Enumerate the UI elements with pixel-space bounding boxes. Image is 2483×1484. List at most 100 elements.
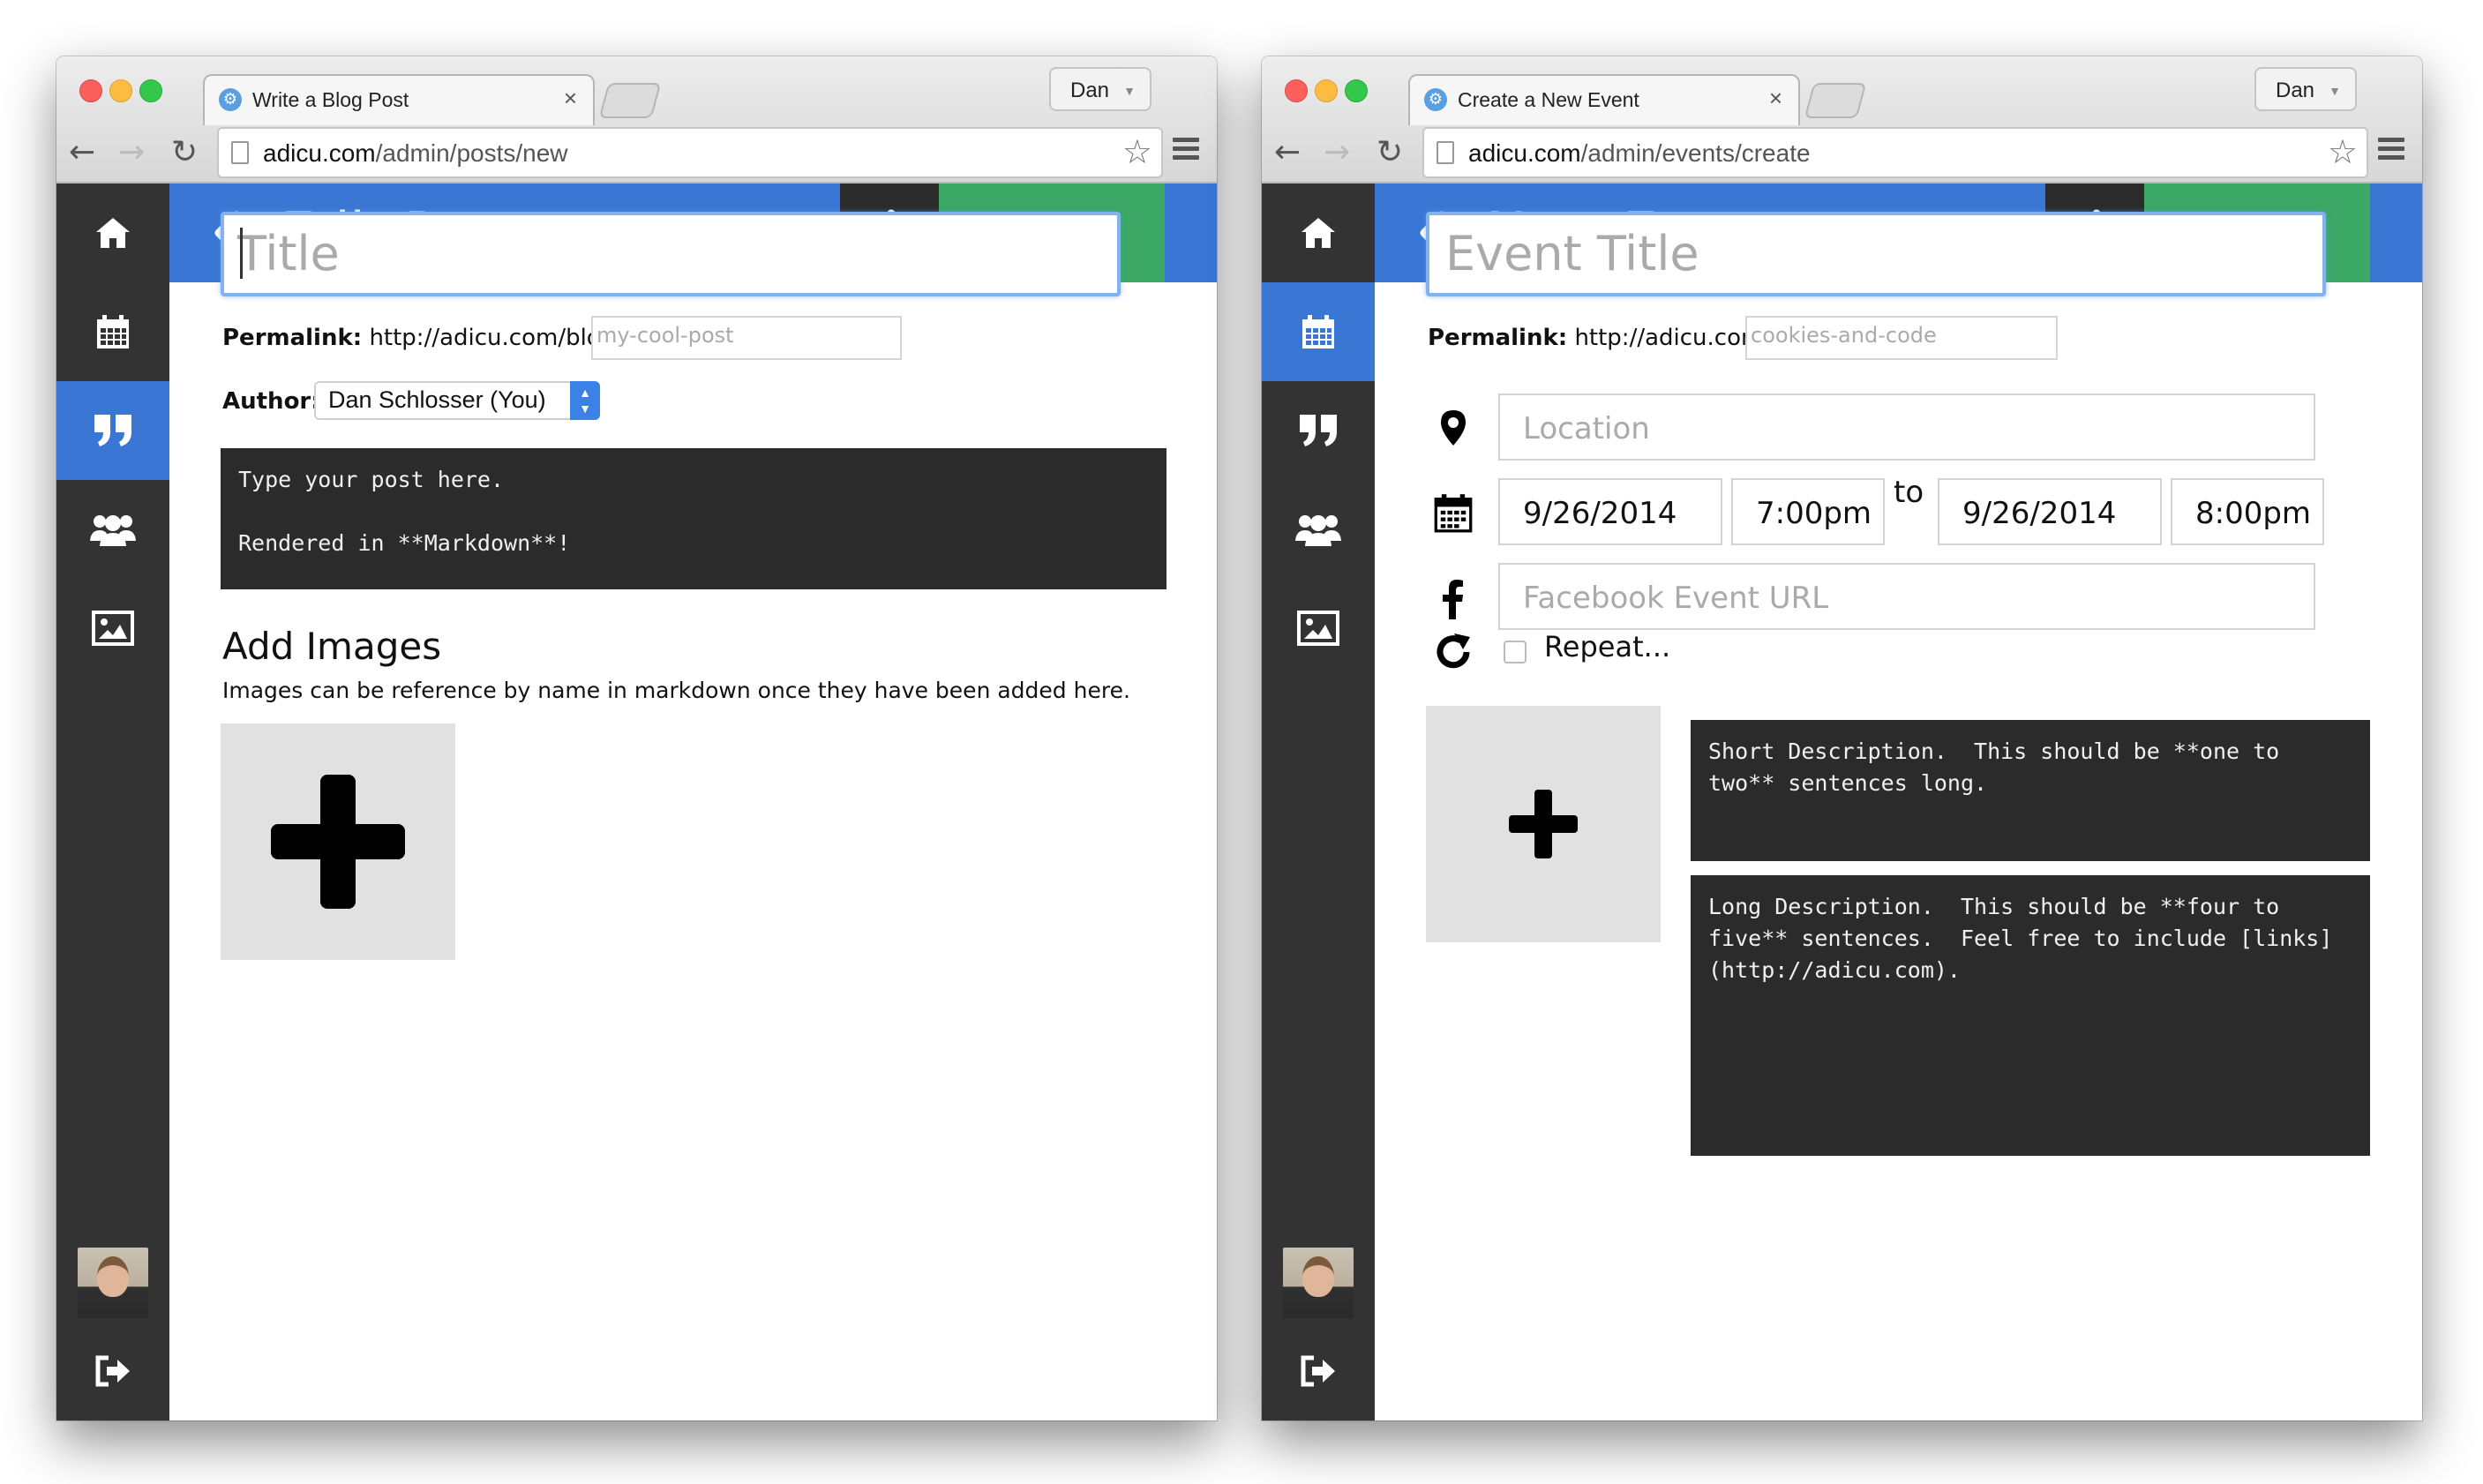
sidebar-item-media[interactable] bbox=[56, 579, 169, 678]
add-image-button[interactable] bbox=[221, 723, 455, 960]
sidebar-item-home[interactable] bbox=[56, 184, 169, 282]
image-icon bbox=[92, 611, 134, 646]
home-icon bbox=[96, 218, 130, 248]
sidebar-item-events[interactable] bbox=[1262, 282, 1375, 381]
plus-icon bbox=[1509, 790, 1578, 858]
start-time-input[interactable]: 7:00pm bbox=[1731, 478, 1885, 545]
calendar-icon bbox=[97, 315, 129, 349]
event-title-input[interactable]: Event Title bbox=[1426, 212, 2326, 296]
post-title-input[interactable]: Title bbox=[221, 212, 1121, 296]
sidebar-item-users[interactable] bbox=[56, 480, 169, 579]
reload-icon[interactable]: ↻ bbox=[171, 129, 198, 176]
to-label: to bbox=[1894, 475, 1924, 510]
image-icon bbox=[1297, 611, 1339, 646]
sidebar-item-media[interactable] bbox=[1262, 579, 1375, 678]
sign-out-icon bbox=[1301, 1355, 1335, 1387]
back-arrow-icon[interactable]: ← bbox=[1274, 129, 1301, 176]
gear-favicon-icon: ⚙ bbox=[1424, 88, 1447, 111]
title-placeholder: Event Title bbox=[1445, 226, 1699, 281]
hamburger-menu-icon[interactable] bbox=[2378, 138, 2404, 161]
quote-icon bbox=[1300, 415, 1337, 446]
select-arrows-icon: ▲ ▼ bbox=[570, 381, 600, 420]
browser-tab[interactable]: ⚙ Write a Blog Post × bbox=[203, 74, 595, 125]
start-date-input[interactable]: 9/26/2014 bbox=[1498, 478, 1722, 545]
forward-arrow-icon[interactable]: → bbox=[118, 129, 145, 176]
repeat-checkbox[interactable] bbox=[1504, 641, 1527, 663]
sidebar-item-posts[interactable] bbox=[1262, 381, 1375, 480]
tab-close-icon[interactable]: × bbox=[1769, 85, 1782, 112]
address-bar[interactable]: adicu.com/admin/events/create ☆ bbox=[1422, 127, 2368, 178]
author-select[interactable]: Dan Schlosser (You) ▲ ▼ bbox=[314, 381, 600, 420]
url-text: adicu.com/admin/events/create bbox=[1468, 139, 1811, 167]
address-bar[interactable]: adicu.com/admin/posts/new ☆ bbox=[217, 127, 1163, 178]
tab-title: Write a Blog Post bbox=[252, 88, 409, 111]
close-window-button[interactable] bbox=[1285, 79, 1308, 102]
author-label: Author: bbox=[222, 388, 320, 415]
permalink-slug-input[interactable]: my-cool-post bbox=[591, 316, 902, 360]
profile-menu-button[interactable]: Dan ▼ bbox=[2254, 67, 2357, 111]
close-window-button[interactable] bbox=[79, 79, 102, 102]
minimize-window-button[interactable] bbox=[109, 79, 132, 102]
admin-sidebar bbox=[1262, 184, 1375, 1420]
facebook-icon bbox=[1429, 575, 1477, 623]
chevron-down-icon: ▼ bbox=[2329, 84, 2341, 98]
add-images-heading: Add Images bbox=[222, 625, 442, 668]
logout-button[interactable] bbox=[1262, 1322, 1375, 1420]
long-description-editor[interactable]: Long Description. This should be **four … bbox=[1691, 875, 2370, 1156]
main-content: Edit Post Save Draft Publish Title Perma… bbox=[169, 184, 1217, 1420]
location-pin-icon bbox=[1429, 404, 1477, 452]
zoom-window-button[interactable] bbox=[139, 79, 162, 102]
browser-window-new-event: ⚙ Create a New Event × Dan ▼ ← → ↻ adicu.… bbox=[1262, 56, 2422, 1420]
browser-window-blog-post: ⚙ Write a Blog Post × Dan ▼ ← → ↻ adicu.c… bbox=[56, 56, 1217, 1420]
repeat-label: Repeat... bbox=[1544, 630, 1671, 663]
page-icon bbox=[231, 141, 249, 164]
sidebar-item-users[interactable] bbox=[1262, 480, 1375, 579]
users-icon bbox=[90, 515, 136, 546]
reload-icon[interactable]: ↻ bbox=[1377, 129, 1403, 176]
tab-close-icon[interactable]: × bbox=[564, 85, 577, 112]
user-avatar[interactable] bbox=[78, 1248, 148, 1318]
permalink-slug-input[interactable]: cookies-and-code bbox=[1745, 316, 2058, 360]
permalink-label: Permalink: bbox=[222, 325, 363, 351]
end-time-input[interactable]: 8:00pm bbox=[2171, 478, 2324, 545]
bookmark-star-icon[interactable]: ☆ bbox=[2328, 132, 2358, 171]
short-description-editor[interactable]: Short Description. This should be **one … bbox=[1691, 720, 2370, 861]
author-selected-value: Dan Schlosser (You) bbox=[328, 386, 546, 413]
zoom-window-button[interactable] bbox=[1345, 79, 1368, 102]
user-avatar[interactable] bbox=[1283, 1248, 1354, 1318]
repeat-icon bbox=[1429, 628, 1477, 676]
minimize-window-button[interactable] bbox=[1315, 79, 1338, 102]
profile-menu-button[interactable]: Dan ▼ bbox=[1049, 67, 1151, 111]
users-icon bbox=[1295, 515, 1341, 546]
text-caret bbox=[240, 228, 243, 280]
add-image-button[interactable] bbox=[1426, 706, 1661, 942]
page-icon bbox=[1437, 141, 1454, 164]
permalink-label: Permalink: bbox=[1428, 325, 1568, 351]
logout-button[interactable] bbox=[56, 1322, 169, 1420]
sidebar-item-events[interactable] bbox=[56, 282, 169, 381]
profile-name: Dan bbox=[2276, 79, 2315, 102]
sidebar-item-posts[interactable] bbox=[56, 381, 169, 480]
sidebar-item-home[interactable] bbox=[1262, 184, 1375, 282]
bookmark-star-icon[interactable]: ☆ bbox=[1122, 132, 1152, 171]
add-images-hint: Images can be reference by name in markd… bbox=[222, 678, 1130, 703]
plus-icon bbox=[271, 775, 405, 909]
forward-arrow-icon[interactable]: → bbox=[1324, 129, 1350, 176]
home-icon bbox=[1302, 218, 1335, 248]
title-placeholder: Title bbox=[237, 226, 340, 281]
post-body-editor[interactable]: Type your post here. Rendered in **Markd… bbox=[221, 448, 1166, 589]
facebook-url-input[interactable]: Facebook Event URL bbox=[1498, 563, 2315, 630]
hamburger-menu-icon[interactable] bbox=[1173, 138, 1199, 161]
new-tab-button[interactable] bbox=[1804, 83, 1867, 118]
location-input[interactable]: Location bbox=[1498, 393, 2315, 461]
url-text: adicu.com/admin/posts/new bbox=[263, 139, 568, 167]
gear-favicon-icon: ⚙ bbox=[219, 88, 242, 111]
calendar-icon bbox=[1429, 489, 1477, 536]
chevron-down-icon: ▼ bbox=[1123, 84, 1136, 98]
new-tab-button[interactable] bbox=[598, 83, 662, 118]
browser-tab[interactable]: ⚙ Create a New Event × bbox=[1408, 74, 1800, 125]
end-date-input[interactable]: 9/26/2014 bbox=[1938, 478, 2162, 545]
back-arrow-icon[interactable]: ← bbox=[69, 129, 95, 176]
profile-name: Dan bbox=[1070, 79, 1110, 102]
sign-out-icon bbox=[95, 1355, 130, 1387]
